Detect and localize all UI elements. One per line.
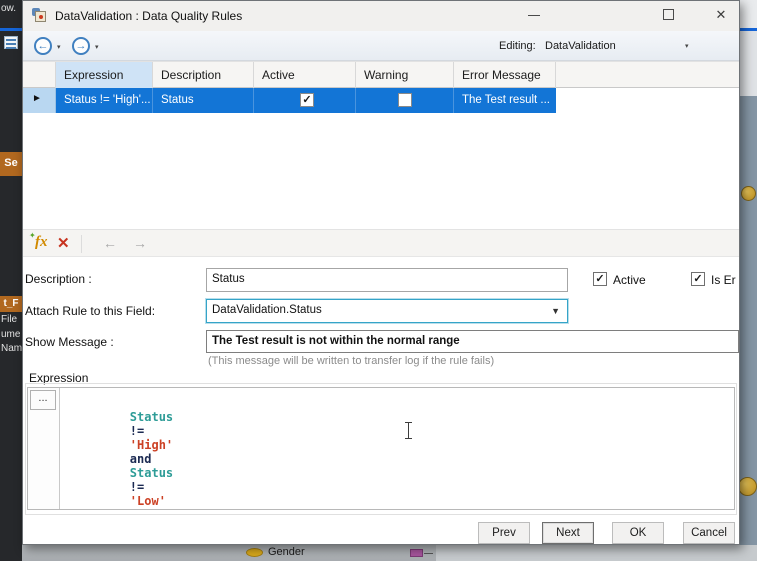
attach-field-combobox[interactable]: DataValidation.Status ▼ [206,299,568,323]
background-bottom-panel: Gender [22,545,757,561]
app-icon [32,8,47,23]
entity-key-icon [738,477,757,496]
rule-toolbar: ✦ fx ✕ ← → [23,229,740,257]
is-error-checkbox[interactable]: ✓ [691,272,705,286]
background-text-fragment: ow. [1,3,16,14]
cell-error-message[interactable]: The Test result ... [454,88,556,113]
column-header-warning[interactable]: Warning [356,62,454,88]
ibeam-cursor-icon [404,421,413,440]
cell-active[interactable]: ✓ [254,88,356,113]
active-checkbox-checked-icon[interactable]: ✓ [300,93,314,107]
back-button[interactable]: ← [34,37,52,55]
row-selector-cell[interactable]: ► [23,88,56,113]
is-error-checkbox-label: Is Er [711,273,736,287]
entity-key-icon [741,186,756,201]
code-token-operator: != [130,424,144,438]
background-right-panel [740,0,757,561]
editing-label: Editing: [499,40,536,52]
data-quality-rules-dialog: DataValidation : Data Quality Rules ✕ ← … [22,0,740,545]
active-checkbox-label: Active [613,273,646,287]
editing-dropdown-value[interactable]: DataValidation [545,40,616,52]
field-label-gender: Gender [268,546,305,558]
cell-description[interactable]: Status [153,88,254,113]
background-block [740,31,757,96]
column-header-active[interactable]: Active [254,62,356,88]
next-button[interactable]: Next [542,522,594,544]
forward-button[interactable]: → [72,37,90,55]
sidebar-badge-tf: t_F [0,296,22,312]
background-label-nam: Nam [1,343,22,354]
field-type-icon [246,548,263,557]
sidebar-badge-se: Se [0,152,22,176]
editing-dropdown-caret-icon[interactable]: ▾ [685,42,689,50]
attach-field-value: DataValidation.Status [212,304,322,316]
active-checkbox[interactable]: ✓ [593,272,607,286]
next-rule-arrow-icon[interactable]: → [133,235,147,251]
transfer-log-hint: (This message will be written to transfe… [208,355,494,367]
background-label-file: File [1,314,17,325]
screen: ow. Se t_F File ume Nam Gender DataValid… [0,0,757,561]
grid-header-row: Expression Description Active Warning Er… [23,61,740,88]
toolbar-separator [81,235,82,253]
code-token-field: Status [130,466,173,480]
minimize-button[interactable] [519,4,549,26]
document-icon [4,36,18,49]
code-token-string: 'High' [130,438,173,452]
cell-expression[interactable]: Status != 'High'... [56,88,153,113]
combo-caret-icon[interactable]: ▼ [551,306,560,316]
navigation-bar: ← ▾ → ▾ Editing: DataValidation ▾ [23,31,740,61]
background-block [740,0,757,28]
current-row-marker-icon: ► [32,93,42,104]
back-dropdown-caret-icon[interactable]: ▾ [57,43,61,51]
background-left-panel: ow. Se t_F File ume Nam [0,0,22,561]
forward-dropdown-caret-icon[interactable]: ▾ [95,43,99,51]
background-label-ume: ume [1,329,20,340]
attach-rule-label: Attach Rule to this Field: [25,304,155,318]
grid-corner-cell [23,62,56,88]
cancel-button[interactable]: Cancel [683,522,735,544]
code-token-field: Status [130,410,173,424]
add-rule-fx-icon[interactable]: fx [35,234,48,251]
warning-checkbox-unchecked-icon[interactable] [398,93,412,107]
cell-warning[interactable] [356,88,454,113]
close-button[interactable]: ✕ [706,4,736,26]
code-token-operator: != [130,480,144,494]
show-message-label: Show Message : [25,335,114,349]
column-header-description[interactable]: Description [153,62,254,88]
description-input[interactable]: Status [206,268,568,292]
title-bar[interactable]: DataValidation : Data Quality Rules ✕ [23,1,740,31]
expression-code[interactable]: Status != 'High' and Status != 'Low' [72,396,173,522]
ok-button[interactable]: OK [612,522,664,544]
dialog-title: DataValidation : Data Quality Rules [55,9,242,23]
show-message-input[interactable]: The Test result is not within the normal… [206,330,739,353]
background-block [436,545,757,561]
mapping-connector-icon [410,549,423,557]
maximize-button[interactable] [654,4,684,26]
expression-editor[interactable]: ... Status != 'High' and Status != 'Low' [27,387,735,510]
table-row[interactable]: ► Status != 'High'... Status ✓ The Test … [23,88,556,113]
previous-rule-arrow-icon[interactable]: ← [103,235,117,251]
code-token-string: 'Low' [130,494,166,508]
delete-rule-icon[interactable]: ✕ [57,234,70,252]
prev-button[interactable]: Prev [478,522,530,544]
expression-builder-button[interactable]: ... [30,390,56,410]
tab-indicator-line [0,28,22,31]
column-header-expression[interactable]: Expression [56,62,153,88]
code-token-keyword: and [130,452,152,466]
description-label: Description : [25,272,92,286]
column-header-error-message[interactable]: Error Message [454,62,556,88]
